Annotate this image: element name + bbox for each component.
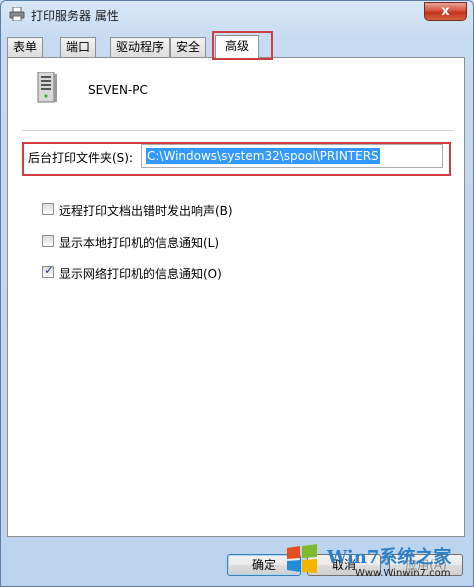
watermark: Win7系统之家 Www.Winwin7.com [283,538,473,586]
server-name: SEVEN-PC [88,83,148,97]
checkmark-icon: ✓ [44,263,55,277]
tab-forms[interactable]: 表单 [7,37,44,57]
watermark-url: Www.Winwin7.com [355,568,451,579]
title-bar[interactable]: 打印服务器 属性 x [1,1,473,29]
checkbox-checked[interactable]: ✓ [42,263,55,278]
print-server-properties-window: 打印服务器 属性 x 表单 端口 驱动程序 安全 高级 SEVEN-PC 后台打… [0,0,474,587]
option-label: 远程打印文档出错时发出响声(B) [59,204,233,218]
tab-ports[interactable]: 端口 [60,37,97,57]
printer-icon [9,7,25,21]
advanced-tab-highlight-box [212,31,273,60]
tab-security[interactable]: 安全 [170,37,207,57]
window-title: 打印服务器 属性 [31,9,119,23]
separator [22,130,454,131]
spool-folder-highlight-box [22,142,451,176]
tab-drivers[interactable]: 驱动程序 [110,37,171,57]
watermark-brand: Win7系统之家 [327,547,452,568]
option-label: 显示本地打印机的信息通知(L) [59,236,220,250]
advanced-tab-panel: SEVEN-PC 后台打印文件夹(S): C:\Windows\system32… [7,57,465,537]
server-icon [37,72,57,103]
checkbox[interactable] [42,235,54,247]
option-label: 显示网络打印机的信息通知(O) [59,267,222,281]
checkbox[interactable] [42,203,54,215]
close-button[interactable]: x [424,2,467,21]
windows-logo-icon [287,544,317,573]
